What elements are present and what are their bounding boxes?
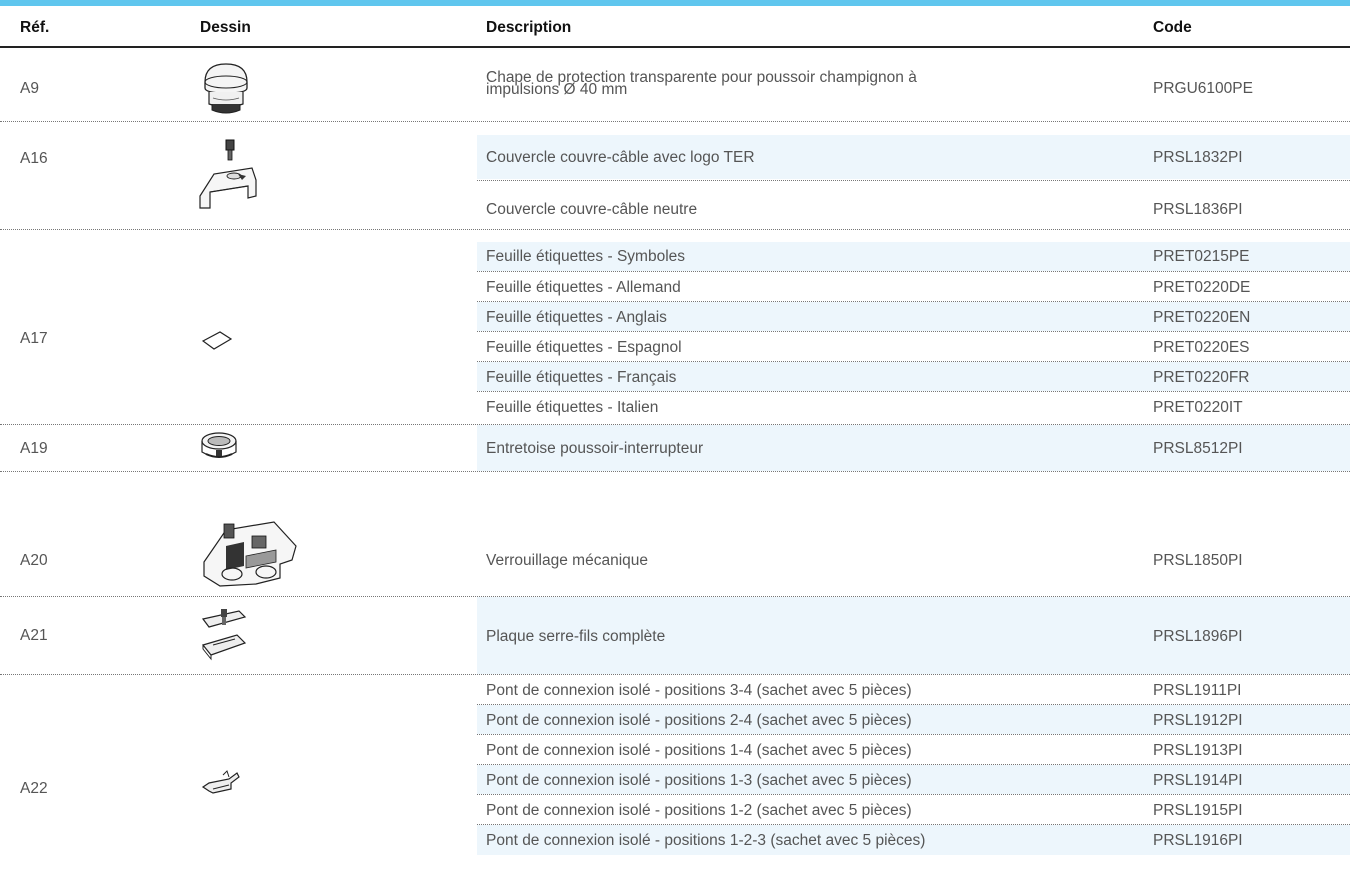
code-cell: PRET0220EN (1153, 309, 1251, 326)
group-separator (0, 121, 1350, 122)
ref-cell: A17 (20, 330, 48, 347)
description-cell: Feuille étiquettes - Français (486, 369, 677, 386)
description-cell: Couvercle couvre-câble avec logo TER (486, 149, 755, 166)
table-row: Feuille étiquettes - Italien PRET0220IT (477, 392, 1350, 424)
description-cell: Feuille étiquettes - Espagnol (486, 339, 682, 356)
table-row: Entretoise poussoir-interrupteur PRSL851… (477, 425, 1350, 471)
code-cell: PRSL1911PI (1153, 682, 1242, 699)
description-cell: Plaque serre-fils complète (486, 628, 666, 645)
description-cell: Entretoise poussoir-interrupteur (486, 440, 704, 457)
description-cell: Pont de connexion isolé - positions 3-4 … (486, 682, 912, 699)
code-cell: PRSL1896PI (1153, 628, 1243, 645)
description-cell: Feuille étiquettes - Symboles (486, 248, 686, 265)
connection-bridge-icon (201, 770, 240, 794)
table-row: Feuille étiquettes - Allemand PRET0220DE (477, 272, 1350, 301)
description-cell: Verrouillage mécanique (486, 552, 648, 569)
description-cell: Pont de connexion isolé - positions 1-4 … (486, 742, 912, 759)
code-cell: PRET0220FR (1153, 369, 1250, 386)
label-sheet-icon (201, 331, 233, 350)
description-cell: Couvercle couvre-câble neutre (486, 201, 698, 218)
code-cell: PRET0215PE (1153, 248, 1250, 265)
table-row: Feuille étiquettes - Symboles PRET0215PE (477, 242, 1350, 271)
description-cell: Pont de connexion isolé - positions 1-2-… (486, 832, 926, 849)
code-cell: PRSL1912PI (1153, 712, 1243, 729)
mushroom-cap-icon (204, 63, 248, 114)
ref-cell: A9 (20, 80, 39, 97)
description-cell: Feuille étiquettes - Allemand (486, 279, 681, 296)
cable-cover-icon (199, 139, 257, 209)
table-header: Réf. Dessin Description Code (0, 6, 1350, 48)
table-row: Couvercle couvre-câble avec logo TER PRS… (477, 135, 1350, 179)
code-cell: PRSL1913PI (1153, 742, 1243, 759)
ref-cell: A19 (20, 440, 48, 457)
table-row: Pont de connexion isolé - positions 2-4 … (477, 705, 1350, 734)
header-code: Code (1153, 19, 1192, 36)
code-cell: PRET0220ES (1153, 339, 1250, 356)
table-row: Pont de connexion isolé - positions 1-4 … (477, 735, 1350, 764)
spacer-ring-icon (201, 432, 237, 458)
code-cell: PRSL8512PI (1153, 440, 1243, 457)
code-cell: PRSL1836PI (1153, 201, 1243, 218)
code-cell: PRSL1915PI (1153, 802, 1243, 819)
group-separator (0, 229, 1350, 230)
code-cell: PRSL1832PI (1153, 149, 1243, 166)
description-cell: Pont de connexion isolé - positions 2-4 … (486, 712, 912, 729)
table-row: Chape de protection transparente pour po… (477, 54, 1350, 121)
code-cell: PRGU6100PE (1153, 80, 1253, 97)
table-row: Pont de connexion isolé - positions 1-2-… (477, 825, 1350, 855)
description-cell: Feuille étiquettes - Italien (486, 399, 659, 416)
description-cell: Feuille étiquettes - Anglais (486, 309, 667, 326)
code-cell: PRET0220DE (1153, 279, 1251, 296)
code-cell: PRET0220IT (1153, 399, 1243, 416)
code-cell: PRSL1916PI (1153, 832, 1243, 849)
mechanical-lock-icon (203, 521, 297, 587)
table-row: Pont de connexion isolé - positions 3-4 … (477, 675, 1350, 704)
ref-cell: A22 (20, 780, 48, 797)
table-row: Verrouillage mécanique PRSL1850PI (477, 472, 1350, 596)
description-cell: Chape de protection transparente pour po… (486, 69, 917, 98)
table-row: Plaque serre-fils complète PRSL1896PI (477, 597, 1350, 674)
wire-clamp-plate-icon (201, 609, 247, 661)
table-row: Feuille étiquettes - Français PRET0220FR (477, 362, 1350, 391)
code-cell: PRSL1914PI (1153, 772, 1243, 789)
table-row: Couvercle couvre-câble neutre PRSL1836PI (477, 181, 1350, 229)
ref-cell: A20 (20, 552, 48, 569)
header-drawing: Dessin (200, 19, 251, 36)
table-row: Pont de connexion isolé - positions 1-3 … (477, 765, 1350, 794)
code-cell: PRSL1850PI (1153, 552, 1243, 569)
header-description: Description (486, 19, 572, 36)
table-row: Feuille étiquettes - Espagnol PRET0220ES (477, 332, 1350, 361)
ref-cell: A21 (20, 627, 48, 644)
table-row: Pont de connexion isolé - positions 1-2 … (477, 795, 1350, 824)
description-cell: Pont de connexion isolé - positions 1-2 … (486, 802, 912, 819)
header-ref: Réf. (20, 19, 50, 36)
table-row: Feuille étiquettes - Anglais PRET0220EN (477, 302, 1350, 331)
description-cell: Pont de connexion isolé - positions 1-3 … (486, 772, 912, 789)
ref-cell: A16 (20, 150, 48, 167)
